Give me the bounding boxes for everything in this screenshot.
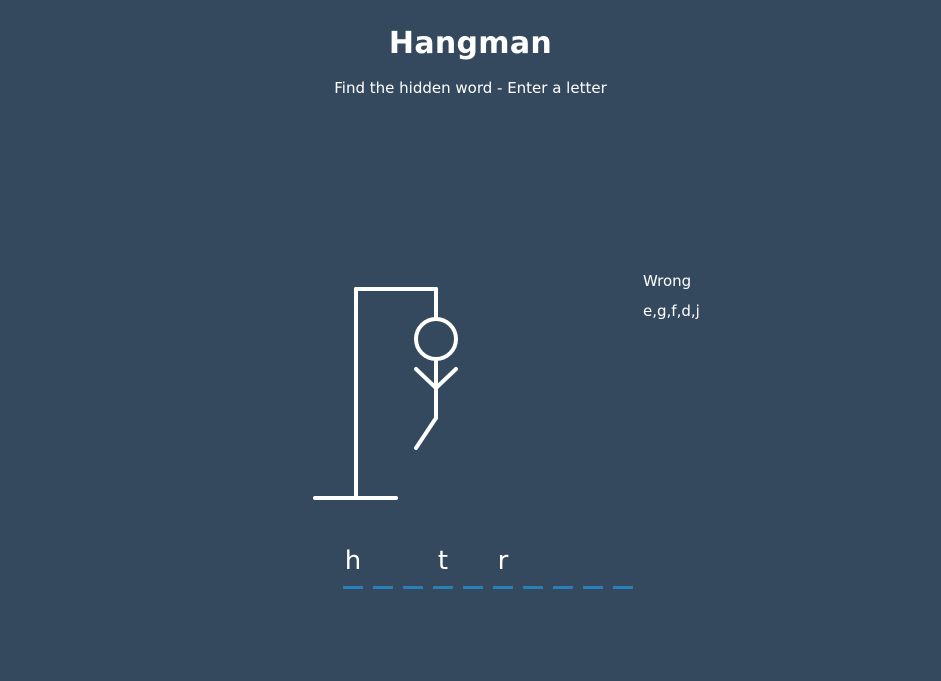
hangman-figure [313, 287, 458, 500]
header: Hangman Find the hidden word - Enter a l… [0, 22, 941, 98]
letter-slot [553, 545, 573, 589]
slot-letter [463, 545, 483, 577]
slot-underline [523, 586, 543, 589]
slot-letter [373, 545, 393, 577]
slot-letter: t [437, 546, 449, 576]
slot-underline [373, 586, 393, 589]
page-subtitle: Find the hidden word - Enter a letter [334, 79, 607, 97]
letter-slot: h [343, 545, 363, 589]
slot-letter [613, 545, 633, 577]
slot-underline [583, 586, 603, 589]
figure-right-arm [434, 367, 458, 390]
wrong-letters-list: e,g,f,d,j [643, 302, 700, 320]
letter-slot [463, 545, 483, 589]
letter-slot: r [493, 545, 513, 589]
wrong-letters-panel: Wrong e,g,f,d,j [643, 271, 700, 321]
slot-letter [583, 545, 603, 577]
slot-underline [343, 586, 363, 589]
slot-letter [553, 545, 573, 577]
figure-head [414, 317, 458, 361]
slot-underline [493, 586, 513, 589]
slot-letter: r [497, 546, 509, 576]
slot-underline [433, 586, 453, 589]
letter-slot: t [433, 545, 453, 589]
hangman-page: { "header": { "title": "Hangman", "subti… [0, 0, 941, 681]
slot-underline [613, 586, 633, 589]
page-title: Hangman [388, 26, 553, 61]
wrong-label: Wrong [643, 272, 692, 290]
slot-underline [553, 586, 573, 589]
letter-slot [403, 545, 423, 589]
letter-slot [583, 545, 603, 589]
figure-left-leg [414, 416, 438, 450]
letter-slot [523, 545, 543, 589]
figure-left-arm [414, 367, 438, 390]
slot-letter [523, 545, 543, 577]
slot-underline [463, 586, 483, 589]
slot-letter: h [344, 546, 362, 576]
letter-slot [373, 545, 393, 589]
slot-underline [403, 586, 423, 589]
slot-letter [403, 545, 423, 577]
word-display: h t r [343, 545, 643, 589]
letter-slot [613, 545, 633, 589]
